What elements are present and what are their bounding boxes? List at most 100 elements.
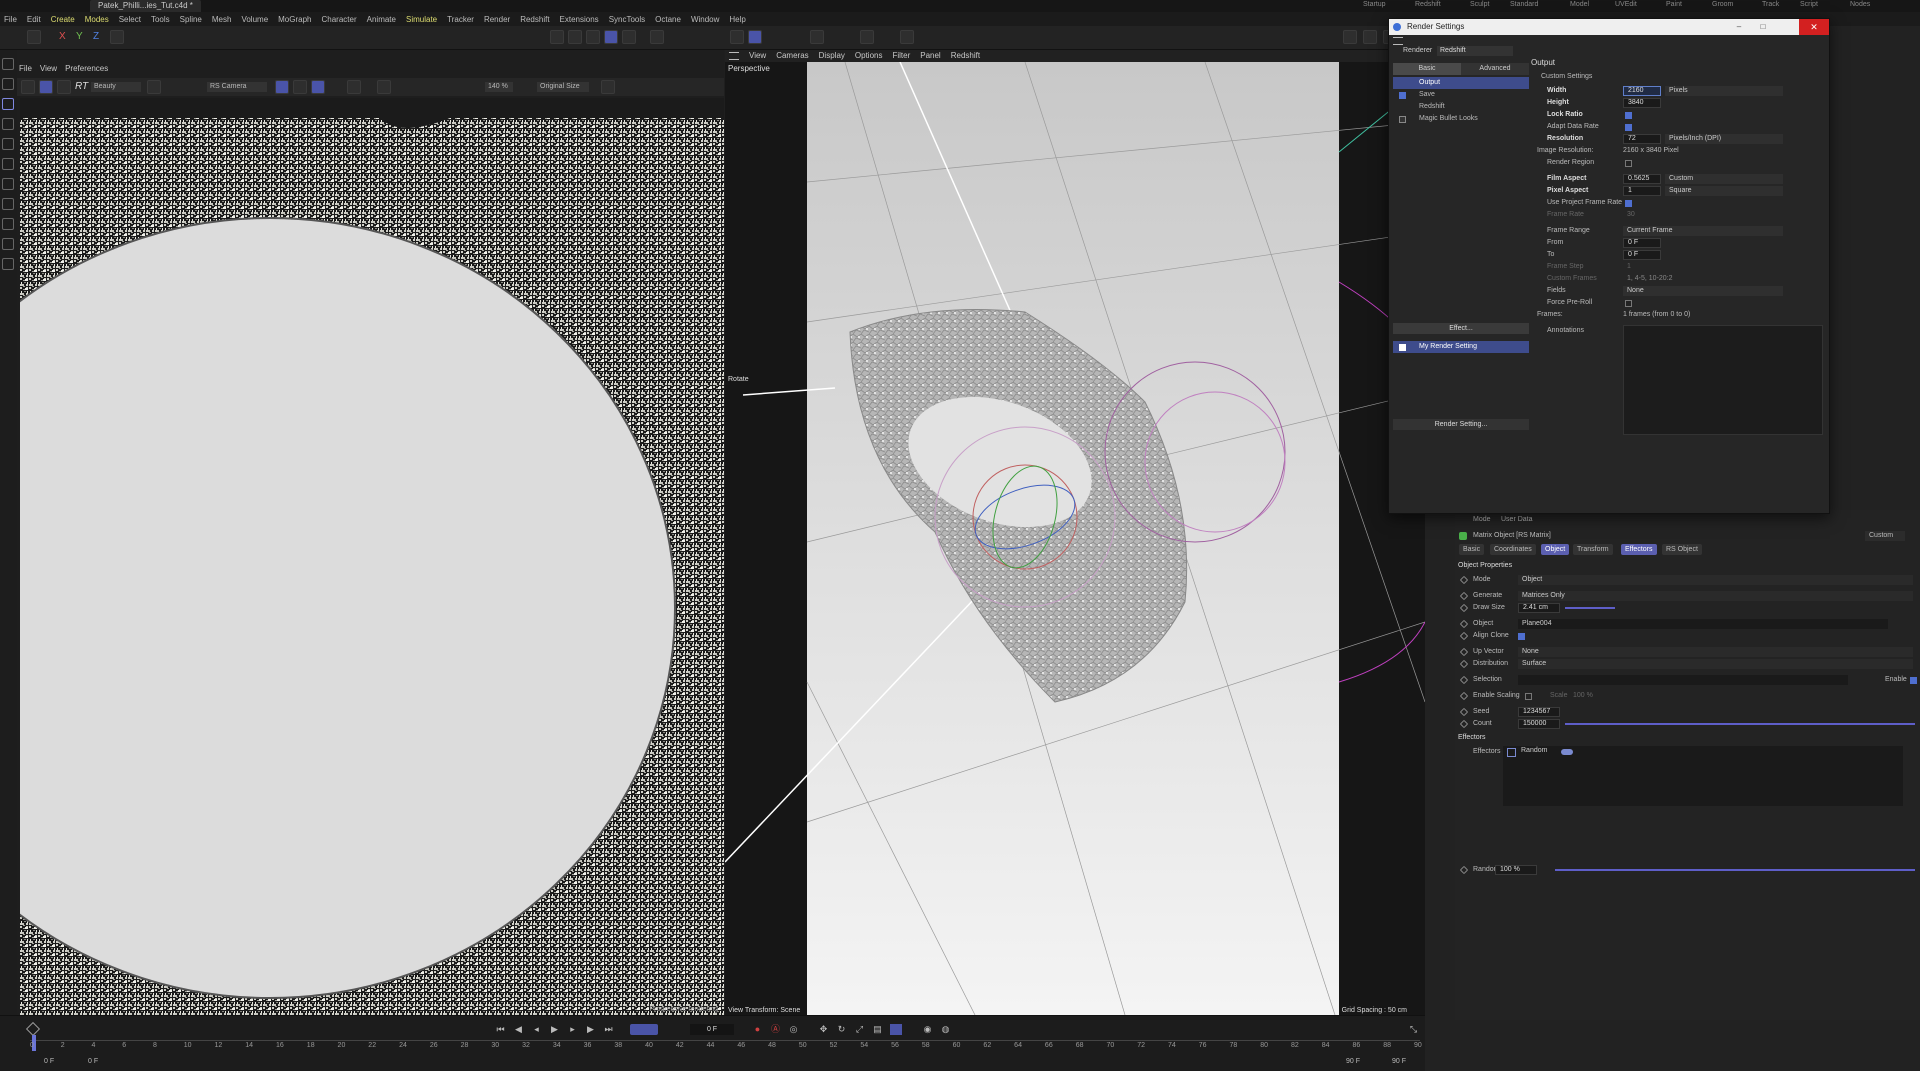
param-key-icon[interactable]: ▤ [872, 1024, 883, 1035]
grid-icon[interactable] [730, 30, 744, 44]
force-preroll-checkbox[interactable] [1625, 300, 1632, 307]
pla-key-icon[interactable] [890, 1024, 902, 1035]
workspace-track[interactable]: Track [1762, 0, 1779, 10]
keyframe-icon[interactable] [1459, 575, 1469, 585]
magnet-icon[interactable] [2, 258, 14, 270]
size-dropdown[interactable]: Original Size [537, 82, 589, 92]
adapt-data-rate-checkbox[interactable] [1625, 124, 1632, 131]
uv-mode-icon[interactable] [622, 30, 636, 44]
search-icon[interactable] [2, 58, 14, 70]
pixel-aspect-field[interactable]: 1 [1623, 186, 1661, 196]
menu-modes[interactable]: Modes [85, 15, 109, 24]
position-key-icon[interactable]: ✥ [818, 1024, 829, 1035]
menu-edit[interactable]: Edit [27, 15, 41, 24]
preview-end[interactable]: 90 F [1346, 1058, 1360, 1065]
resolution-unit-dropdown[interactable]: Pixels/Inch (DPI) [1665, 134, 1783, 144]
coordinate-system-icon[interactable] [110, 30, 124, 44]
keyframe-icon[interactable] [1459, 659, 1469, 669]
up-vector-dropdown[interactable]: None [1518, 647, 1913, 657]
rv-menu-file[interactable]: File [19, 64, 32, 73]
menu-synctools[interactable]: SyncTools [609, 15, 645, 24]
menu-render[interactable]: Render [484, 15, 510, 24]
workspace-nodes[interactable]: Nodes [1850, 0, 1870, 10]
model-mode-icon[interactable] [550, 30, 564, 44]
transform-icon[interactable] [2, 158, 14, 170]
tab-object[interactable]: Object [1541, 544, 1570, 555]
prev-frame-icon[interactable]: ◂ [531, 1024, 542, 1035]
vp-menu-panel[interactable]: Panel [920, 51, 940, 60]
aov-dropdown[interactable]: Beauty [91, 82, 141, 92]
random-strength-field[interactable]: 100 % [1495, 865, 1537, 875]
to-field[interactable]: 0 F [1623, 250, 1661, 260]
object-link-field[interactable]: Plane004 [1518, 619, 1888, 629]
menu-tools[interactable]: Tools [151, 15, 170, 24]
grid-overlay-icon[interactable] [293, 80, 307, 94]
render-setting-button[interactable]: Render Setting... [1393, 419, 1529, 430]
rs-item-output[interactable]: Output [1393, 77, 1529, 89]
workplane-icon[interactable] [748, 30, 762, 44]
tab-rs-object[interactable]: RS Object [1662, 544, 1702, 555]
menu-file[interactable]: File [4, 15, 17, 24]
document-tab[interactable]: Patek_Philli...ies_Tut.c4d * [90, 0, 201, 12]
am-menu-user-data[interactable]: User Data [1501, 514, 1533, 526]
menu-octane[interactable]: Octane [655, 15, 681, 24]
lock-ratio-checkbox[interactable] [1625, 112, 1632, 119]
rotate-tool-icon[interactable] [2, 98, 14, 110]
render-setting-entry[interactable]: My Render Setting [1393, 341, 1529, 353]
width-unit-dropdown[interactable]: Pixels [1665, 86, 1783, 96]
film-aspect-field[interactable]: 0.5625 [1623, 174, 1661, 184]
brush-icon[interactable] [2, 198, 14, 210]
render-queue-icon[interactable] [900, 30, 914, 44]
pixel-aspect-dropdown[interactable]: Square [1665, 186, 1783, 196]
random-effector-item[interactable]: Random [1521, 747, 1547, 754]
preset-dropdown[interactable]: Custom [1865, 531, 1905, 541]
custom-settings-preset[interactable]: Custom Settings [1541, 71, 1592, 83]
save-image-icon[interactable] [21, 80, 35, 94]
next-key-icon[interactable]: ▶ [585, 1024, 596, 1035]
keyframe-icon[interactable] [1459, 619, 1469, 629]
maximize-icon[interactable]: □ [1751, 19, 1775, 35]
workspace-uvedit[interactable]: UVEdit [1615, 0, 1637, 10]
height-field[interactable]: 3840 [1623, 98, 1661, 108]
use-project-frame-rate-checkbox[interactable] [1625, 200, 1632, 207]
picture-viewer-icon[interactable] [1363, 30, 1377, 44]
menu-mesh[interactable]: Mesh [212, 15, 232, 24]
minimize-icon[interactable]: – [1727, 19, 1751, 35]
range-start[interactable]: 0 F [44, 1058, 54, 1065]
start-render-icon[interactable] [39, 80, 53, 94]
menu-create[interactable]: Create [51, 15, 75, 24]
keyframe-icon[interactable] [1459, 647, 1469, 657]
rt-toggle[interactable]: RT [75, 81, 88, 92]
scale-value[interactable]: 100 % [1573, 690, 1593, 702]
selection-field[interactable] [1518, 675, 1848, 685]
magic-bullet-checkbox[interactable] [1399, 116, 1406, 123]
vp-menu-view[interactable]: View [749, 51, 766, 60]
tab-advanced-rs[interactable]: Advanced [1461, 63, 1529, 75]
workspace-groom[interactable]: Groom [1712, 0, 1733, 10]
count-slider[interactable] [1565, 723, 1915, 725]
keyframe-icon[interactable] [1459, 675, 1469, 685]
workspace-sculpt[interactable]: Sculpt [1470, 0, 1489, 10]
crop-icon[interactable] [275, 80, 289, 94]
go-to-start-icon[interactable]: ⏮ [495, 1024, 506, 1035]
polygons-mode-icon[interactable] [604, 30, 618, 44]
rs-item-magic-bullet[interactable]: Magic Bullet Looks [1393, 113, 1529, 125]
keyframe-icon[interactable] [1459, 707, 1469, 717]
tab-effectors[interactable]: Effectors [1621, 544, 1657, 555]
color-picker-icon[interactable] [147, 80, 161, 94]
seed-field[interactable]: 1234567 [1518, 707, 1560, 717]
draw-size-slider[interactable] [1565, 607, 1615, 609]
effector-toggle[interactable] [1561, 749, 1573, 755]
effect-button[interactable]: Effect... [1393, 323, 1529, 334]
autokey-icon[interactable]: Ⓐ [770, 1024, 781, 1035]
close-icon[interactable]: ✕ [1799, 19, 1829, 35]
menu-volume[interactable]: Volume [241, 15, 268, 24]
am-menu-mode[interactable]: Mode [1473, 514, 1491, 526]
tab-coordinates[interactable]: Coordinates [1490, 544, 1536, 555]
vp-menu-options[interactable]: Options [855, 51, 883, 60]
menu-redshift[interactable]: Redshift [520, 15, 549, 24]
edges-mode-icon[interactable] [586, 30, 600, 44]
axis-y-toggle[interactable]: Y [76, 31, 83, 42]
film-aspect-dropdown[interactable]: Custom [1665, 174, 1783, 184]
menu-spline[interactable]: Spline [180, 15, 202, 24]
